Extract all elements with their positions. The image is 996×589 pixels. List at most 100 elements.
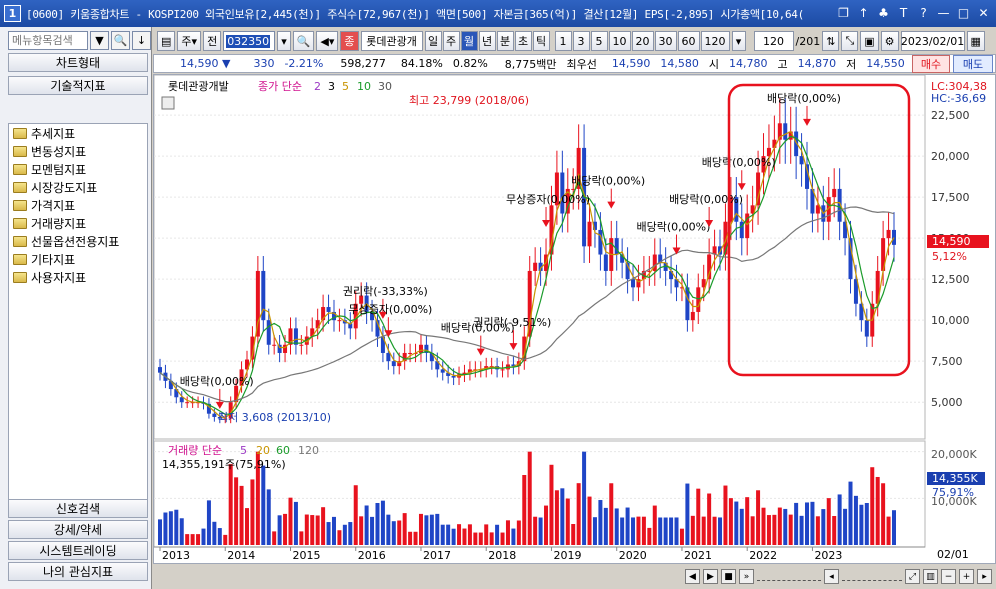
date-input[interactable]: 2023/02/01	[900, 31, 965, 51]
ruler-icon[interactable]: ⤡	[841, 31, 859, 51]
volume-bar	[815, 516, 820, 545]
volume-bar	[174, 509, 179, 545]
volume-bar	[228, 464, 233, 545]
folder-label: 선물옵션전용지표	[31, 234, 120, 249]
candle-body	[212, 413, 217, 417]
scroll-thumb[interactable]	[842, 573, 902, 581]
ma-3: 3	[328, 80, 335, 93]
menu-search-input[interactable]	[8, 31, 88, 50]
volume-bar	[168, 511, 173, 545]
low-label: 저	[846, 57, 857, 71]
font-icon[interactable]: T	[895, 4, 912, 21]
stock-code-input[interactable]: 032350	[223, 31, 276, 51]
interval-tab[interactable]: 5	[590, 31, 608, 51]
indicator-folder[interactable]: 기타지표	[9, 250, 147, 268]
stop-icon[interactable]: ■	[721, 569, 736, 584]
indicator-folder[interactable]: 추세지표	[9, 124, 147, 142]
more-icon[interactable]: ▸	[977, 569, 992, 584]
minimize-icon[interactable]: —	[935, 4, 952, 21]
indicator-folder[interactable]: 거래량지표	[9, 214, 147, 232]
interval-tab[interactable]: 30	[654, 31, 677, 51]
settings-icon[interactable]: ⚙	[880, 31, 899, 51]
period-tab[interactable]: 분	[496, 31, 514, 51]
zoom-out-icon[interactable]: −	[941, 569, 956, 584]
paint-icon[interactable]: ♣	[875, 4, 892, 21]
system-trading-button[interactable]: 시스템트레이딩	[8, 541, 148, 560]
search-icon[interactable]: 🔍	[292, 31, 315, 51]
period-tabs: 일주월년분초틱	[424, 31, 550, 51]
volume-bar	[658, 517, 663, 545]
period-tab[interactable]: 일	[424, 31, 442, 51]
volume-bar	[853, 495, 858, 545]
x-tick-label: 2022	[749, 549, 777, 562]
help-icon[interactable]: ?	[915, 4, 932, 21]
indicator-folder[interactable]: 선물옵션전용지표	[9, 232, 147, 250]
close-icon[interactable]: ✕	[975, 4, 992, 21]
folder-icon	[13, 235, 27, 247]
up-arrow-icon[interactable]: ↑	[855, 4, 872, 21]
tech-indicator-header[interactable]: 기술적지표	[8, 76, 148, 95]
count-input[interactable]: 120	[753, 31, 794, 51]
market-label: 주	[181, 35, 192, 48]
interval-tab[interactable]: 3	[572, 31, 590, 51]
interval-spin-icon[interactable]: ▾	[731, 31, 746, 51]
bull-bear-button[interactable]: 강세/약세	[8, 520, 148, 539]
chart-area[interactable]: 배당락(0,00%) 권리락(-33,33%) 무상증자(0,00%) 배당락(0,0…	[153, 74, 996, 564]
volume-bar	[864, 503, 869, 545]
chart-type-header[interactable]: 차트형태	[8, 53, 148, 72]
volume-bar	[750, 516, 755, 545]
indicator-folder[interactable]: 사용자지표	[9, 268, 147, 286]
event-label: 무상증자(0,00%)	[506, 193, 590, 206]
interval-tab[interactable]: 1	[554, 31, 572, 51]
code-dropdown-icon[interactable]: ▾	[277, 31, 291, 51]
volume-bar	[440, 524, 445, 545]
indicator-folder[interactable]: 시장강도지표	[9, 178, 147, 196]
interval-tab[interactable]: 120	[700, 31, 730, 51]
period-tab[interactable]: 주	[442, 31, 460, 51]
volume-bar	[805, 502, 810, 545]
period-tab[interactable]: 초	[514, 31, 532, 51]
grid-toggle-icon[interactable]	[161, 96, 175, 110]
period-tab[interactable]: 월	[460, 31, 478, 51]
stock-chart[interactable]: 배당락(0,00%) 권리락(-33,33%) 무상증자(0,00%) 배당락(0,0…	[153, 74, 995, 563]
scroll-track[interactable]	[757, 573, 821, 581]
interval-tab[interactable]: 10	[608, 31, 631, 51]
compare-icon[interactable]: ⇅	[822, 31, 840, 51]
market-select[interactable]: 주 ▾	[177, 31, 202, 51]
restore-icon[interactable]: ❐	[835, 4, 852, 21]
indicator-folder[interactable]: 변동성지표	[9, 142, 147, 160]
play-forward-icon[interactable]: ▶	[703, 569, 718, 584]
zoom-bars-icon[interactable]: ▥	[923, 569, 938, 584]
download-icon[interactable]: ↓	[132, 31, 151, 50]
volume-bar	[788, 514, 793, 545]
indicator-folder[interactable]: 모멘텀지표	[9, 160, 147, 178]
zoom-in-icon[interactable]: +	[959, 569, 974, 584]
buy-button[interactable]: 매수	[912, 55, 950, 73]
chart-icon[interactable]: ▤	[157, 31, 176, 51]
prev-button[interactable]: 전	[203, 31, 222, 51]
interval-tab[interactable]: 60	[677, 31, 700, 51]
folder-label: 추세지표	[31, 126, 76, 141]
save-icon[interactable]: ▣	[860, 31, 879, 51]
scroll-left-icon[interactable]: ◂	[824, 569, 839, 584]
event-label: 배당락(0,00%)	[702, 156, 776, 169]
fast-forward-icon[interactable]: »	[739, 569, 754, 584]
my-indicator-button[interactable]: 나의 관심지표	[8, 562, 148, 581]
dropdown-icon[interactable]: ▼	[90, 31, 109, 50]
play-back-icon[interactable]: ◀	[685, 569, 700, 584]
signal-search-button[interactable]: 신호검색	[8, 499, 148, 518]
zoom-fit-icon[interactable]: ⤢	[905, 569, 920, 584]
indicator-folder[interactable]: 가격지표	[9, 196, 147, 214]
high-note: 최고 23,799 (2018/06)	[409, 94, 529, 107]
period-tab[interactable]: 년	[478, 31, 496, 51]
volume-bar	[418, 513, 423, 545]
period-tab[interactable]: 틱	[532, 31, 550, 51]
interval-tab[interactable]: 20	[631, 31, 654, 51]
search-icon[interactable]: 🔍	[111, 31, 130, 50]
speaker-icon[interactable]: ◀▾	[316, 31, 339, 51]
price-change: 330	[253, 57, 275, 70]
maximize-icon[interactable]: □	[955, 4, 972, 21]
volume-bar	[810, 501, 815, 545]
sell-button[interactable]: 매도	[953, 55, 993, 73]
calendar-icon[interactable]: ▦	[966, 31, 985, 51]
